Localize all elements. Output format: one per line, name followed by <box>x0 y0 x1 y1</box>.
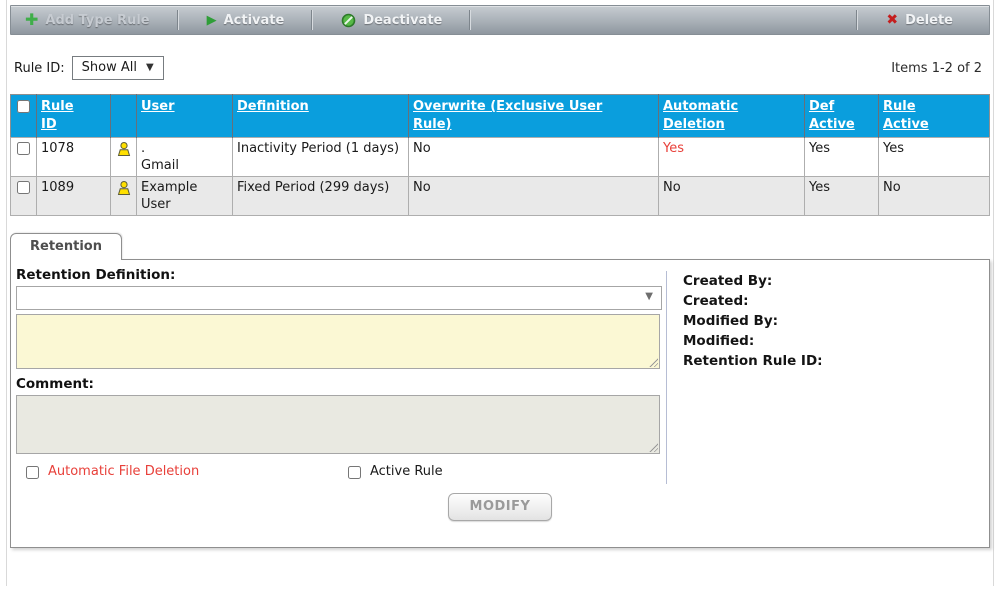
col-header-user: User <box>137 95 233 138</box>
select-all-header <box>11 95 37 138</box>
col-header-definition: Definition <box>233 95 409 138</box>
comment-field[interactable] <box>16 395 660 454</box>
select-all-checkbox[interactable] <box>17 100 30 113</box>
row-select-cell <box>11 177 37 216</box>
activate-button[interactable]: ▶ Activate <box>193 6 299 34</box>
modified-label: Modified: <box>683 331 823 351</box>
resize-handle[interactable] <box>648 357 658 367</box>
toolbar-separator <box>857 10 858 30</box>
created-by-label: Created By: <box>683 271 823 291</box>
col-header-user-link[interactable]: User <box>141 98 228 116</box>
rule-active-cell: Yes <box>879 138 990 177</box>
retention-form: Retention Definition: ▼ Comment: Automat… <box>11 260 666 484</box>
def-active-cell: Yes <box>805 138 879 177</box>
add-type-rule-button[interactable]: ✚ Add Type Rule <box>11 6 164 34</box>
toolbar: ✚ Add Type Rule ▶ Activate Deactivate ✖ … <box>10 5 990 35</box>
table-row[interactable]: 1089 Example User Fixed Period (299 days… <box>11 177 990 216</box>
col-header-def-active-link[interactable]: Def Active <box>809 98 861 134</box>
filter-row: Rule ID: Show All ▼ Items 1-2 of 2 <box>14 56 985 80</box>
def-active-cell: Yes <box>805 177 879 216</box>
automatic-file-deletion-checkbox[interactable] <box>26 466 39 479</box>
overwrite-cell: No <box>409 138 659 177</box>
delete-icon: ✖ <box>886 12 898 28</box>
col-header-automatic-deletion: Automatic Deletion <box>659 95 805 138</box>
delete-button[interactable]: ✖ Delete <box>872 6 989 34</box>
col-header-overwrite: Overwrite (Exclusive User Rule) <box>409 95 659 138</box>
col-header-rule-active: Rule Active <box>879 95 990 138</box>
automatic-deletion-cell: Yes <box>659 138 805 177</box>
resize-handle[interactable] <box>648 442 658 452</box>
retention-definition-select[interactable]: ▼ <box>16 286 662 310</box>
automatic-file-deletion-option[interactable]: Automatic File Deletion <box>24 464 346 479</box>
active-rule-label: Active Rule <box>370 464 443 479</box>
items-count: Items 1-2 of 2 <box>891 61 985 76</box>
user-icon-cell <box>111 177 137 216</box>
user-icon <box>116 180 132 196</box>
row-select-cell <box>11 138 37 177</box>
add-type-rule-label: Add Type Rule <box>45 13 149 28</box>
definition-cell: Fixed Period (299 days) <box>233 177 409 216</box>
table-row[interactable]: 1078 . Gmail Inactivity Period (1 days) … <box>11 138 990 177</box>
active-rule-checkbox[interactable] <box>348 466 361 479</box>
checkbox-row: Automatic File Deletion Active Rule <box>16 464 666 479</box>
col-header-automatic-deletion-link[interactable]: Automatic Deletion <box>663 98 758 134</box>
deactivate-icon <box>341 13 356 28</box>
chevron-down-icon: ▼ <box>146 62 154 73</box>
rule-id-filter-select[interactable]: Show All ▼ <box>72 56 164 80</box>
retention-definition-detail-field[interactable] <box>16 314 660 369</box>
rule-id-cell: 1089 <box>37 177 111 216</box>
automatic-deletion-cell: No <box>659 177 805 216</box>
col-header-rule-active-link[interactable]: Rule Active <box>883 98 935 134</box>
col-header-rule-id-link[interactable]: Rule ID <box>41 98 89 134</box>
rule-info-panel: Created By: Created: Modified By: Modifi… <box>667 260 823 484</box>
tab-retention[interactable]: Retention <box>10 233 122 260</box>
add-icon: ✚ <box>25 12 38 28</box>
toolbar-separator <box>470 10 471 30</box>
content-frame: ✚ Add Type Rule ▶ Activate Deactivate ✖ … <box>6 0 994 586</box>
retention-definition-label: Retention Definition: <box>16 267 666 283</box>
activate-label: Activate <box>224 13 285 28</box>
active-rule-option[interactable]: Active Rule <box>346 464 443 479</box>
col-header-overwrite-link[interactable]: Overwrite (Exclusive User Rule) <box>413 98 618 134</box>
definition-cell: Inactivity Period (1 days) <box>233 138 409 177</box>
rule-id-cell: 1078 <box>37 138 111 177</box>
user-icon <box>116 141 132 157</box>
rule-id-filter-label: Rule ID: <box>14 61 65 76</box>
delete-label: Delete <box>905 13 953 28</box>
user-icon-cell <box>111 138 137 177</box>
modify-button[interactable]: MODIFY <box>448 493 553 521</box>
comment-label: Comment: <box>16 376 666 392</box>
rule-active-cell: No <box>879 177 990 216</box>
row-checkbox[interactable] <box>17 142 30 155</box>
retention-detail-panel: Retention Definition: ▼ Comment: Automat… <box>10 259 990 548</box>
rules-table: Rule ID User Definition Overwrite (Exclu… <box>10 94 990 216</box>
created-label: Created: <box>683 291 823 311</box>
toolbar-separator <box>178 10 179 30</box>
automatic-file-deletion-label: Automatic File Deletion <box>48 464 199 479</box>
row-checkbox[interactable] <box>17 181 30 194</box>
deactivate-label: Deactivate <box>363 13 442 28</box>
toolbar-separator <box>312 10 313 30</box>
col-header-user-icon <box>111 95 137 138</box>
deactivate-button[interactable]: Deactivate <box>327 6 456 34</box>
retention-rule-id-label: Retention Rule ID: <box>683 351 823 371</box>
user-cell: Example User <box>137 177 233 216</box>
chevron-down-icon: ▼ <box>645 291 653 302</box>
user-cell: . Gmail <box>137 138 233 177</box>
col-header-definition-link[interactable]: Definition <box>237 98 404 116</box>
col-header-def-active: Def Active <box>805 95 879 138</box>
rule-id-filter-value: Show All <box>82 60 137 75</box>
col-header-rule-id: Rule ID <box>37 95 111 138</box>
activate-icon: ▶ <box>207 13 217 28</box>
modified-by-label: Modified By: <box>683 311 823 331</box>
overwrite-cell: No <box>409 177 659 216</box>
table-header-row: Rule ID User Definition Overwrite (Exclu… <box>11 95 990 138</box>
